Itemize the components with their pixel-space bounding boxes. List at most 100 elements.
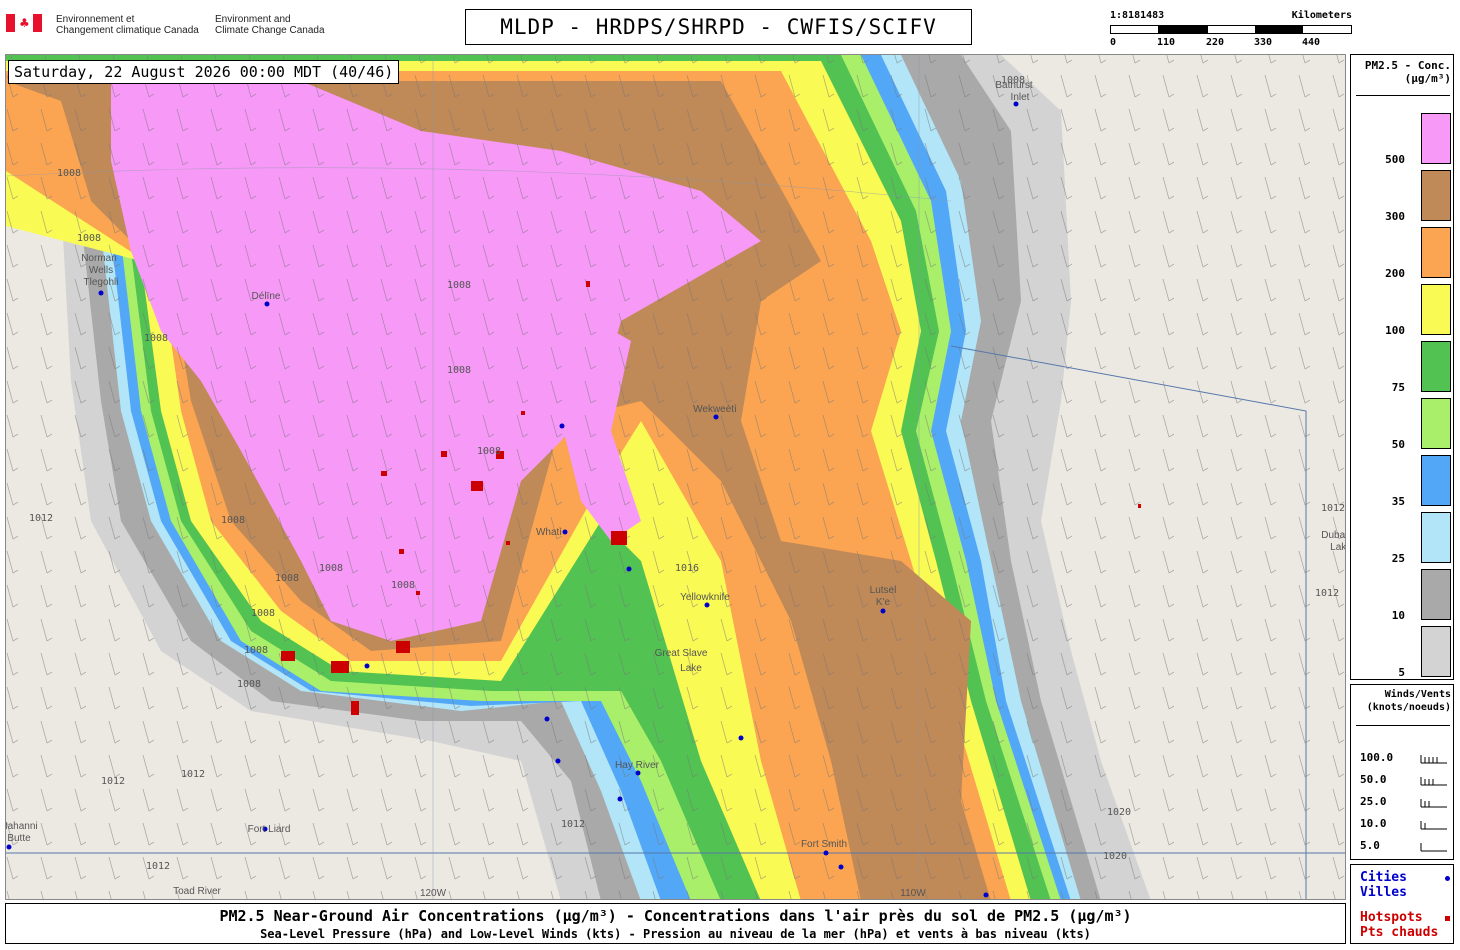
scale-bar: 1:8181483 Kilometers 0 110 220 330 440 [1110, 10, 1352, 50]
footer-line-1: PM2.5 Near-Ground Air Concentrations (µg… [219, 907, 1132, 925]
isobar-label: 1012 [1321, 503, 1345, 514]
footer-caption: PM2.5 Near-Ground Air Concentrations (µg… [5, 903, 1346, 944]
scale-ratio: 1:8181483 [1110, 10, 1165, 21]
legend-swatch [1421, 284, 1451, 335]
legend-level-label: 200 [1385, 267, 1405, 280]
place-label: Tlegohli [83, 277, 118, 288]
scale-tick: 330 [1254, 37, 1273, 48]
city-dot[interactable] [364, 663, 370, 669]
wind-speed-label: 10.0 [1360, 817, 1387, 830]
place-label: 110W [900, 888, 926, 899]
city-dot[interactable] [880, 608, 886, 614]
place-label: Lake [680, 663, 702, 674]
city-dot[interactable] [635, 770, 641, 776]
wind-speed-label: 5.0 [1360, 839, 1380, 852]
city-dot[interactable] [838, 864, 844, 870]
place-label: Great Slave [655, 648, 708, 659]
city-dot[interactable] [544, 716, 550, 722]
isobar-label: 1008 [1001, 75, 1025, 86]
isobar-label: 1012 [101, 776, 125, 787]
place-label: Toad River [173, 886, 221, 897]
place-label: Norman [81, 253, 117, 264]
wind-barb-icon [1420, 821, 1447, 830]
place-label: 120W [420, 888, 447, 899]
city-dot[interactable] [555, 758, 561, 764]
city-dot[interactable] [713, 414, 719, 420]
city-dot[interactable] [559, 423, 565, 429]
city-dot[interactable] [823, 850, 829, 856]
isobar-label: 1008 [57, 168, 81, 179]
city-dot[interactable] [617, 796, 623, 802]
isobar-label: 1012 [29, 513, 53, 524]
city-dot[interactable] [562, 529, 568, 535]
place-label: Yellowknife [680, 592, 730, 603]
place-label: Wekweètì [693, 404, 737, 415]
isobar-label: 1020 [1103, 851, 1127, 862]
city-dot[interactable] [98, 290, 104, 296]
isobar-label: 1008 [275, 573, 299, 584]
legend-swatch [1421, 569, 1451, 620]
isobar-label: 1008 [221, 515, 245, 526]
city-dot[interactable] [704, 602, 710, 608]
legend-swatch [1421, 227, 1451, 278]
place-label: Hay River [615, 760, 660, 771]
villes-label: Villes [1360, 885, 1407, 900]
cities-label: Cities [1360, 870, 1407, 885]
scale-tick: 0 [1110, 37, 1117, 48]
isobar-label: 1008 [237, 679, 261, 690]
wind-barb-icon [1420, 799, 1447, 808]
city-dot[interactable] [264, 301, 270, 307]
place-label: Inlet [1011, 92, 1030, 103]
city-dot-icon [1445, 876, 1450, 881]
place-label: Butte [7, 833, 31, 844]
legend-swatch [1421, 398, 1451, 449]
place-label: Nahanni [6, 821, 38, 832]
isobar-label: 1012 [561, 819, 585, 830]
isobar-label: 1016 [675, 563, 699, 574]
isobar-label: 1008 [447, 365, 471, 376]
canada-flag-icon: ♣ [6, 14, 42, 32]
place-label: Whatì [536, 527, 562, 538]
scale-tick: 110 [1157, 37, 1176, 48]
datetime-label: Saturday, 22 August 2026 00:00 MDT (40/4… [8, 60, 400, 84]
scale-tick: 220 [1206, 37, 1225, 48]
wind-barb-icon [1420, 777, 1447, 786]
winds-legend: Winds/Vents (knots/noeuds) 100.0 50.0 25.0… [1350, 684, 1454, 860]
legend-swatch [1421, 170, 1451, 221]
footer-line-2: Sea-Level Pressure (hPa) and Low-Level W… [260, 927, 1091, 941]
isobar-label: 1008 [319, 563, 343, 574]
legend-swatch [1421, 455, 1451, 506]
hotspots-label: Hotspots [1360, 910, 1423, 925]
isobar-label: 1008 [77, 233, 101, 244]
pts-chauds-label: Pts chauds [1360, 925, 1439, 940]
city-dot[interactable] [983, 892, 989, 898]
isobar-label: 1020 [1107, 807, 1131, 818]
legend-level-label: 10 [1391, 609, 1405, 622]
wind-speed-label: 50.0 [1360, 773, 1387, 786]
legend-level-label: 50 [1391, 438, 1405, 451]
agency-name-en: Environment and Climate Change Canada [215, 14, 325, 36]
place-label: Fort Liard [248, 824, 291, 835]
isobar-label: 1008 [391, 580, 415, 591]
city-dot[interactable] [738, 735, 744, 741]
wind-barb-icon [1420, 755, 1447, 764]
legend-level-label: 100 [1385, 324, 1405, 337]
legend-level-label: 75 [1391, 381, 1405, 394]
city-dot[interactable] [626, 566, 632, 572]
isobar-label: 1008 [447, 280, 471, 291]
isobar-label: 1012 [181, 769, 205, 780]
symbols-legend: Cities Villes Hotspots Pts chauds [1350, 864, 1454, 944]
legend-swatch [1421, 512, 1451, 563]
map-view[interactable]: Bathurst Inlet Délīne Wekweètì Whatì Yellowkn… [5, 54, 1346, 900]
legend-title: PM2.5 - Conc. (µg/m³) [1364, 59, 1451, 85]
wind-speed-label: 100.0 [1360, 751, 1394, 764]
scale-tick: 440 [1302, 37, 1321, 48]
isobar-label: 1012 [146, 861, 170, 872]
isobar-label: 1008 [244, 645, 268, 656]
legend-level-label: 35 [1391, 495, 1405, 508]
city-dot[interactable] [6, 844, 12, 850]
wind-barb-icon [1420, 843, 1447, 852]
isobar-label: 1008 [477, 446, 501, 457]
legend-swatch [1421, 341, 1451, 392]
legend-swatch [1421, 113, 1451, 164]
